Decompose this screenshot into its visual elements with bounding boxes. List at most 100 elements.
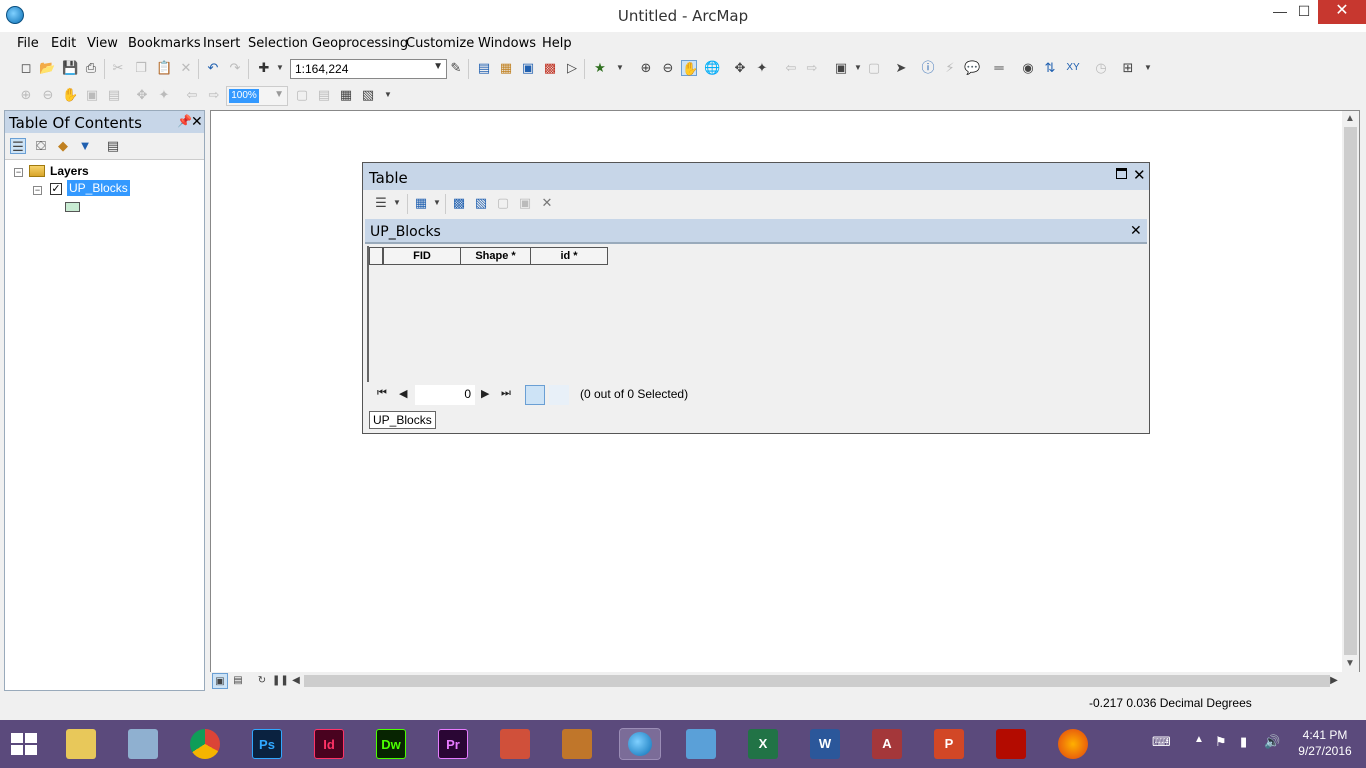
pause-drawing-icon[interactable]: ❚❚: [272, 673, 289, 689]
scroll-down-icon[interactable]: ▼: [1345, 658, 1355, 669]
menu-help[interactable]: Help: [542, 36, 572, 51]
layout-zoom-out-icon[interactable]: ⊖: [40, 87, 56, 103]
hyperlink-icon[interactable]: ⚡: [942, 60, 958, 76]
layout-zoom-combobox[interactable]: 100% ▼: [226, 86, 288, 106]
list-by-source-icon[interactable]: ⛋: [33, 138, 49, 154]
column-header-shape[interactable]: Shape *: [460, 247, 531, 265]
data-view-icon[interactable]: ▣: [212, 673, 228, 689]
show-selected-records-button[interactable]: [549, 385, 569, 405]
layout-zoom-in-icon[interactable]: ⊕: [18, 87, 34, 103]
scroll-right-icon[interactable]: ▶: [1326, 673, 1342, 689]
remote-desktop-icon[interactable]: [686, 729, 716, 759]
column-header-id[interactable]: id *: [530, 247, 608, 265]
last-record-icon[interactable]: ⏭: [501, 387, 511, 400]
switch-selection-icon[interactable]: ▧: [473, 195, 489, 211]
row-selector-header[interactable]: [369, 247, 383, 265]
map-scale-combobox[interactable]: 1:164,224 ▼: [290, 59, 447, 79]
find-route-icon[interactable]: ⇅: [1042, 60, 1058, 76]
access-icon[interactable]: A: [872, 729, 902, 759]
zoom-to-selected-icon[interactable]: ▣: [517, 195, 533, 211]
paste-icon[interactable]: 📋: [156, 60, 172, 76]
layout-view-icon[interactable]: ▤: [230, 673, 246, 689]
menu-insert[interactable]: Insert: [203, 36, 240, 51]
photoshop-icon[interactable]: Ps: [252, 729, 282, 759]
select-elements-icon[interactable]: ➤: [893, 60, 909, 76]
toc-window-icon[interactable]: ▤: [476, 60, 492, 76]
fixed-zoom-out-layout-icon[interactable]: ✦: [156, 87, 172, 103]
previous-record-icon[interactable]: ◀: [399, 387, 407, 400]
arcmap-taskbar-icon[interactable]: [619, 728, 661, 760]
excel-icon[interactable]: X: [748, 729, 778, 759]
toolbar-options-icon[interactable]: ▼: [612, 60, 628, 76]
attribute-grid[interactable]: FID Shape * id *: [367, 246, 1145, 382]
editor-toolbar-icon[interactable]: ✎: [448, 60, 464, 76]
calculator-icon[interactable]: [128, 729, 158, 759]
scroll-left-icon[interactable]: ◀: [288, 673, 304, 689]
pin-icon[interactable]: 📌: [177, 114, 192, 128]
find-icon[interactable]: ◉: [1020, 60, 1036, 76]
zoom-in-icon[interactable]: ⊕: [638, 60, 654, 76]
show-hidden-icons-icon[interactable]: ▲: [1194, 734, 1204, 745]
zoom-100-icon[interactable]: ▤: [106, 87, 122, 103]
back-extent-icon[interactable]: ⇦: [783, 60, 799, 76]
fixed-zoom-in-layout-icon[interactable]: ✥: [134, 87, 150, 103]
time-slider-icon[interactable]: ◷: [1093, 60, 1109, 76]
menu-geoprocessing[interactable]: Geoprocessing: [312, 36, 408, 51]
start-button[interactable]: [11, 733, 39, 757]
add-data-icon[interactable]: ✚: [256, 60, 272, 76]
ccleaner-icon[interactable]: [500, 729, 530, 759]
new-document-icon[interactable]: ◻: [18, 60, 34, 76]
scroll-up-icon[interactable]: ▲: [1345, 113, 1355, 124]
pan-icon[interactable]: ✋: [681, 60, 698, 76]
table-close-icon[interactable]: ✕: [1133, 166, 1146, 184]
python-window-icon[interactable]: ▷: [564, 60, 580, 76]
powerpoint-icon[interactable]: P: [934, 729, 964, 759]
select-by-attributes-icon[interactable]: ▩: [451, 195, 467, 211]
collapse-layer-icon[interactable]: −: [33, 186, 42, 195]
search-window-icon[interactable]: ▣: [520, 60, 536, 76]
word-icon[interactable]: W: [810, 729, 840, 759]
column-header-fid[interactable]: FID: [383, 247, 461, 265]
create-viewer-window-icon[interactable]: ⊞: [1120, 60, 1136, 76]
menu-view[interactable]: View: [87, 36, 118, 51]
keyboard-icon[interactable]: ⌨: [1152, 734, 1171, 750]
dreamweaver-icon[interactable]: Dw: [376, 729, 406, 759]
movie-maker-icon[interactable]: [562, 729, 592, 759]
related-tables-icon[interactable]: ▦: [413, 195, 429, 211]
cut-icon[interactable]: ✂: [110, 60, 126, 76]
zoom-whole-page-icon[interactable]: ▣: [84, 87, 100, 103]
collapse-layers-icon[interactable]: −: [14, 168, 23, 177]
arctoolbox-icon[interactable]: ▩: [542, 60, 558, 76]
identify-icon[interactable]: ⓘ: [920, 60, 936, 76]
toc-options-icon[interactable]: ▤: [105, 138, 121, 154]
attribute-table-close-icon[interactable]: ✕: [1130, 222, 1142, 239]
measure-icon[interactable]: ═: [991, 60, 1007, 76]
power-icon[interactable]: ▮: [1240, 734, 1247, 750]
layers-root-label[interactable]: Layers: [50, 164, 89, 178]
focus-data-frame-icon[interactable]: ▤: [316, 87, 332, 103]
list-by-drawing-order-icon[interactable]: ☰: [10, 138, 26, 154]
go-to-xy-icon[interactable]: XY: [1065, 60, 1081, 76]
full-extent-icon[interactable]: 🌐: [704, 60, 720, 76]
layer-up-blocks[interactable]: UP_Blocks: [67, 180, 130, 196]
fixed-zoom-in-icon[interactable]: ✥: [732, 60, 748, 76]
clear-selection-icon[interactable]: ▢: [866, 60, 882, 76]
table-tab-up-blocks[interactable]: UP_Blocks: [369, 411, 436, 429]
table-options-icon[interactable]: ☰: [373, 195, 389, 211]
add-data-dropdown-icon[interactable]: ▼: [272, 60, 288, 76]
polygon-symbol-icon[interactable]: [65, 202, 80, 212]
file-explorer-icon[interactable]: [66, 729, 96, 759]
catalog-window-icon[interactable]: ▦: [498, 60, 514, 76]
select-features-dropdown-icon[interactable]: ▼: [850, 60, 866, 76]
premiere-icon[interactable]: Pr: [438, 729, 468, 759]
close-button[interactable]: ✕: [1318, 0, 1366, 24]
clear-table-selection-icon[interactable]: ▢: [495, 195, 511, 211]
next-layout-extent-icon[interactable]: ⇨: [206, 87, 222, 103]
save-icon[interactable]: 💾: [62, 60, 78, 76]
toc-close-icon[interactable]: ✕: [191, 113, 203, 130]
layout-pan-icon[interactable]: ✋: [62, 87, 78, 103]
previous-layout-extent-icon[interactable]: ⇦: [184, 87, 200, 103]
redo-icon[interactable]: ↷: [227, 60, 243, 76]
list-by-selection-icon[interactable]: ▼: [77, 138, 93, 154]
refresh-view-icon[interactable]: ↻: [254, 673, 270, 689]
